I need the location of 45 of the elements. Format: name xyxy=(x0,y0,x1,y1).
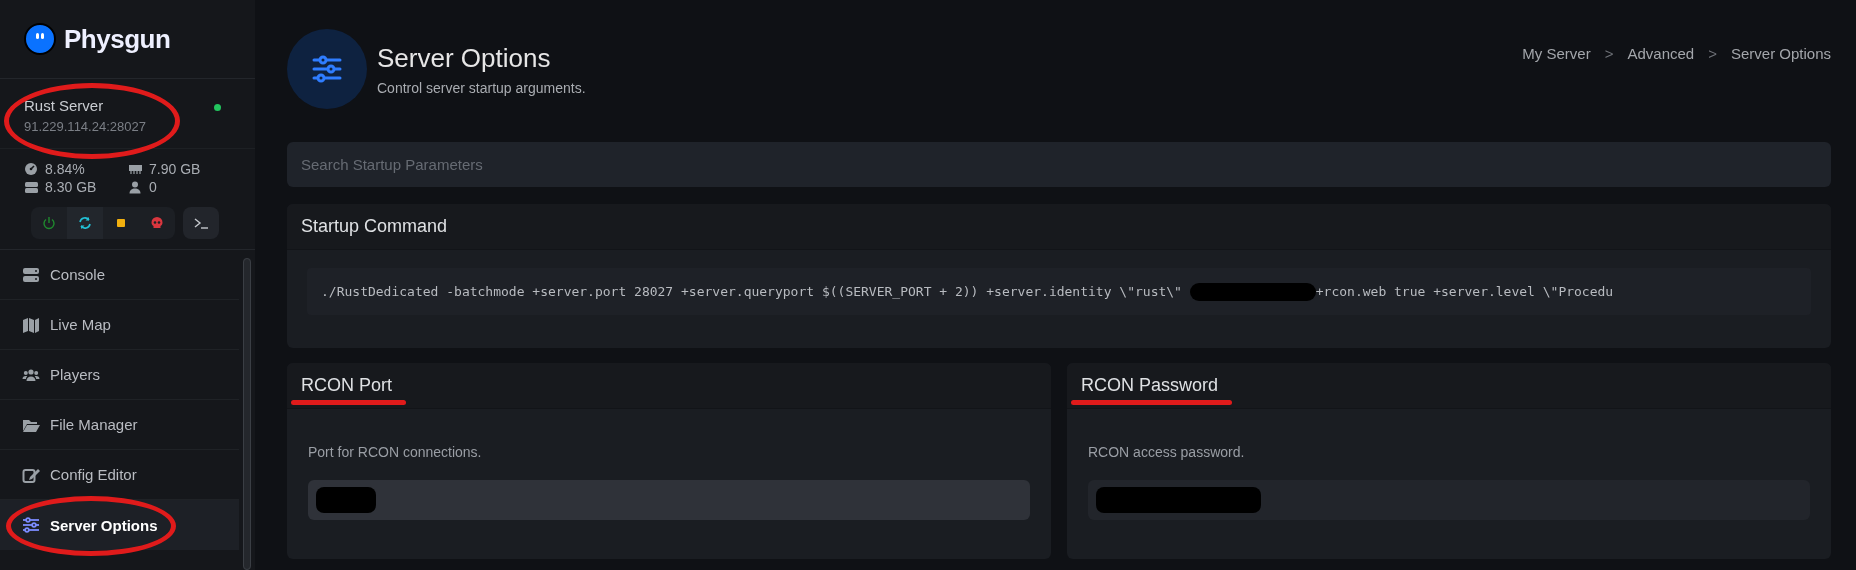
page-subtitle: Control server startup arguments. xyxy=(377,79,586,96)
card-title: RCON Port xyxy=(301,375,392,396)
card-title: RCON Password xyxy=(1081,375,1219,396)
search-field[interactable]: Search Startup Parameters xyxy=(287,142,1831,187)
input-field[interactable] xyxy=(1088,480,1810,520)
logo-icon xyxy=(24,23,56,55)
command-text: +rcon.web true +server.level \"Procedu xyxy=(1315,284,1614,299)
restart-button[interactable] xyxy=(67,207,103,239)
command-text: ./RustDedicated -batchmode +server.port 28027 +server.queryport $((SERVER_PORT + 2)) +server.identity \"rust\" xyxy=(321,284,1183,299)
brand-name: Physgun xyxy=(64,23,171,55)
nav-item[interactable]: Players xyxy=(0,350,239,400)
memory-icon xyxy=(128,162,143,176)
scrollbar[interactable] xyxy=(243,258,251,570)
nav-item[interactable]: Live Map xyxy=(0,300,239,350)
input-field[interactable] xyxy=(308,480,1030,520)
server-icon xyxy=(22,265,40,284)
stat-value: 0 xyxy=(149,179,157,195)
page-title: Server Options xyxy=(377,42,552,74)
stat-value: 8.30 GB xyxy=(45,179,97,195)
breadcrumb-link[interactable]: Advanced xyxy=(1627,45,1695,62)
nav-item[interactable]: File Manager xyxy=(0,400,239,450)
gauge-icon xyxy=(24,162,39,176)
stat-value: 7.90 GB xyxy=(149,161,201,177)
disk-icon xyxy=(24,180,39,194)
card-title: Startup Command xyxy=(301,216,448,237)
stat-value: 8.84% xyxy=(45,161,85,177)
field-description: Port for RCON connections. xyxy=(307,443,483,460)
sliders-icon xyxy=(22,516,40,534)
server-name: Rust Server xyxy=(24,97,105,114)
breadcrumb-separator: > xyxy=(1708,45,1717,62)
nav-item[interactable]: Server Options xyxy=(0,500,239,550)
user-icon xyxy=(128,180,143,194)
stop-icon xyxy=(114,216,128,230)
sliders-icon xyxy=(312,55,342,83)
nav-item[interactable]: Console xyxy=(0,250,239,300)
terminal-button[interactable] xyxy=(183,207,219,239)
breadcrumb-separator: > xyxy=(1604,45,1614,62)
map-icon xyxy=(22,315,40,334)
breadcrumb-link[interactable]: My Server xyxy=(1522,45,1591,62)
skull-icon xyxy=(150,216,164,230)
field-description: RCON access password. xyxy=(1087,443,1246,460)
server-address: 91.229.114.24:28027 xyxy=(24,119,146,134)
terminal-icon xyxy=(193,216,209,230)
power-icon xyxy=(42,216,56,230)
refresh-icon xyxy=(78,216,92,230)
